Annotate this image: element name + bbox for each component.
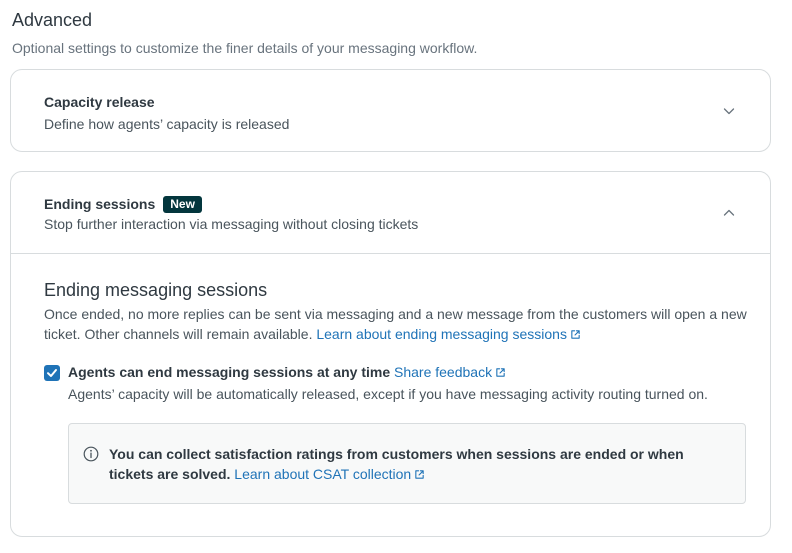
ending-sessions-title: Ending sessions xyxy=(44,196,156,212)
end-sessions-checkbox[interactable] xyxy=(44,365,60,381)
ending-sessions-header[interactable]: Ending sessions New Stop further interact… xyxy=(11,172,770,254)
new-badge: New xyxy=(163,196,202,213)
end-sessions-hint: Agents’ capacity will be automatically r… xyxy=(68,386,708,402)
ending-sessions-accordion: Ending sessions New Stop further interact… xyxy=(10,171,771,537)
chevron-down-icon[interactable] xyxy=(722,104,736,118)
capacity-release-description: Define how agents’ capacity is released xyxy=(44,116,290,132)
learn-ending-sessions-link[interactable]: Learn about ending messaging sessions xyxy=(316,326,581,342)
external-link-icon xyxy=(496,368,505,377)
share-feedback-link[interactable]: Share feedback xyxy=(394,364,506,380)
capacity-release-title: Capacity release xyxy=(44,94,155,110)
end-sessions-checkbox-label[interactable]: Agents can end messaging sessions at any… xyxy=(68,364,506,380)
csat-info-callout: You can collect satisfaction ratings fro… xyxy=(68,423,746,504)
section-subtitle: Optional settings to customize the finer… xyxy=(12,40,478,56)
ending-messaging-sessions-body: Once ended, no more replies can be sent … xyxy=(44,304,756,344)
csat-info-text: You can collect satisfaction ratings fro… xyxy=(109,446,684,482)
learn-csat-link[interactable]: Learn about CSAT collection xyxy=(234,466,425,482)
external-link-icon xyxy=(415,470,424,479)
capacity-release-accordion: Capacity release Define how agents’ capa… xyxy=(10,69,771,152)
info-icon xyxy=(83,446,99,462)
chevron-up-icon[interactable] xyxy=(722,206,736,220)
section-title: Advanced xyxy=(12,10,93,30)
ending-sessions-title-row: Ending sessions New xyxy=(44,196,202,213)
external-link-icon xyxy=(571,330,580,339)
check-icon xyxy=(47,369,57,377)
capacity-release-header[interactable]: Capacity release Define how agents’ capa… xyxy=(11,70,770,152)
ending-sessions-description: Stop further interaction via messaging w… xyxy=(44,216,419,232)
ending-messaging-sessions-heading: Ending messaging sessions xyxy=(44,280,268,300)
